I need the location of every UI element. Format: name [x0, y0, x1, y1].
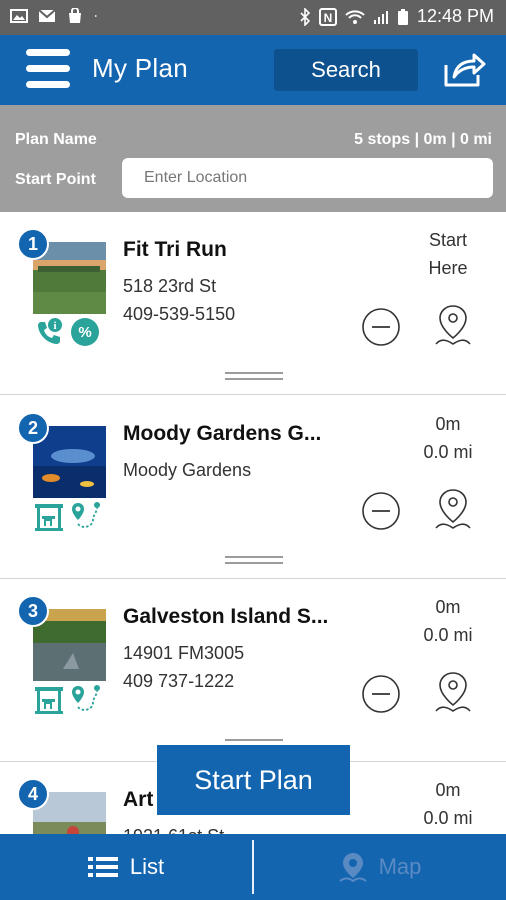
stop-distance-line2: 0.0 mi	[423, 808, 473, 828]
stop-name[interactable]: Galveston Island S...	[123, 605, 328, 629]
attraction-icon[interactable]	[33, 500, 65, 532]
shopping-bag-icon	[69, 8, 81, 23]
stop-distance-line1: 0m	[435, 597, 461, 617]
stop-name[interactable]: Moody Gardens G...	[123, 422, 321, 446]
stop-distance-line1: 0m	[435, 414, 461, 434]
page-title: My Plan	[92, 53, 189, 83]
stop-distance-line1: Start	[428, 230, 467, 250]
stop-name[interactable]: Art	[123, 788, 153, 812]
stop-distance-line2: 0.0 mi	[423, 442, 473, 462]
stop-address: 518 23rd St	[123, 276, 217, 296]
tab-list-label: List	[129, 854, 165, 879]
battery-icon	[397, 8, 408, 25]
stop-feature-icons: i %	[33, 316, 101, 348]
stop-distance-line1: 0m	[435, 780, 461, 800]
wifi-icon	[345, 9, 365, 24]
start-plan-button[interactable]: Start Plan	[157, 745, 350, 815]
phone-icon[interactable]: i	[33, 316, 65, 348]
nfc-icon: N	[318, 7, 337, 26]
route-icon[interactable]	[69, 683, 101, 715]
discount-icon[interactable]: %	[69, 316, 101, 348]
svg-text:N: N	[324, 11, 333, 25]
plan-info-bar: Plan Name 5 stops | 0m | 0 mi Start Poin…	[0, 105, 506, 212]
stop-feature-icons	[33, 683, 101, 715]
notification-icons	[10, 8, 102, 24]
plan-name-label: Plan Name	[15, 131, 97, 148]
tab-list[interactable]: List	[0, 834, 252, 900]
app-bar: My Plan Search	[0, 35, 506, 105]
stop-phone[interactable]: 409-539-5150	[123, 304, 235, 325]
map-pin-icon[interactable]	[433, 302, 473, 348]
tab-map[interactable]: Map	[254, 834, 506, 900]
stop-distance-line2: 0.0 mi	[423, 625, 473, 645]
signal-icon	[373, 10, 388, 24]
start-location-input[interactable]	[122, 158, 493, 198]
list-icon	[87, 857, 118, 877]
dot-icon	[94, 15, 97, 17]
stop-phone[interactable]: 409 737-1222	[123, 671, 234, 692]
map-pin-icon[interactable]	[433, 486, 473, 532]
route-icon[interactable]	[69, 500, 101, 532]
stop-card[interactable]: 3 Galveston Island S... 14901 FM3005 409…	[0, 579, 506, 762]
stop-number-badge: 2	[17, 412, 49, 444]
share-icon[interactable]	[440, 51, 486, 89]
mail-icon	[38, 9, 56, 22]
status-bar: N 12:48 PM	[0, 0, 506, 35]
clock: 12:48 PM	[416, 6, 494, 26]
menu-icon[interactable]	[26, 49, 70, 89]
stop-card[interactable]: 1 i % Fit Tri Run 518 23rd St 409-539-51…	[0, 212, 506, 395]
stop-name[interactable]: Fit Tri Run	[123, 238, 227, 262]
search-button[interactable]: Search	[274, 49, 418, 91]
stop-distance-line2: Here	[428, 258, 468, 278]
stop-number-badge: 4	[17, 778, 49, 810]
remove-stop-icon[interactable]	[361, 307, 401, 347]
bottom-tab-bar: List Map	[0, 834, 506, 900]
tab-map-label: Map	[378, 854, 422, 879]
svg-text:%: %	[78, 324, 91, 341]
stop-feature-icons	[33, 500, 101, 532]
system-icons: N 12:48 PM	[299, 6, 494, 27]
stop-card[interactable]: 2 Moody Gardens G... Moody Gardens 0m 0.…	[0, 396, 506, 579]
drag-handle[interactable]	[225, 372, 283, 382]
remove-stop-icon[interactable]	[361, 674, 401, 714]
stop-address: 14901 FM3005	[123, 643, 245, 663]
svg-text:i: i	[53, 320, 56, 332]
bluetooth-icon	[300, 7, 311, 26]
stop-address: Moody Gardens	[123, 460, 252, 480]
remove-stop-icon[interactable]	[361, 491, 401, 531]
plan-summary: 5 stops | 0m | 0 mi	[354, 131, 492, 148]
attraction-icon[interactable]	[33, 683, 65, 715]
stop-number-badge: 1	[17, 228, 49, 260]
drag-handle[interactable]	[225, 556, 283, 566]
start-point-label: Start Point	[15, 171, 96, 188]
stop-number-badge: 3	[17, 595, 49, 627]
map-marker-icon	[338, 853, 367, 883]
map-pin-icon[interactable]	[433, 669, 473, 715]
image-icon	[10, 9, 28, 23]
